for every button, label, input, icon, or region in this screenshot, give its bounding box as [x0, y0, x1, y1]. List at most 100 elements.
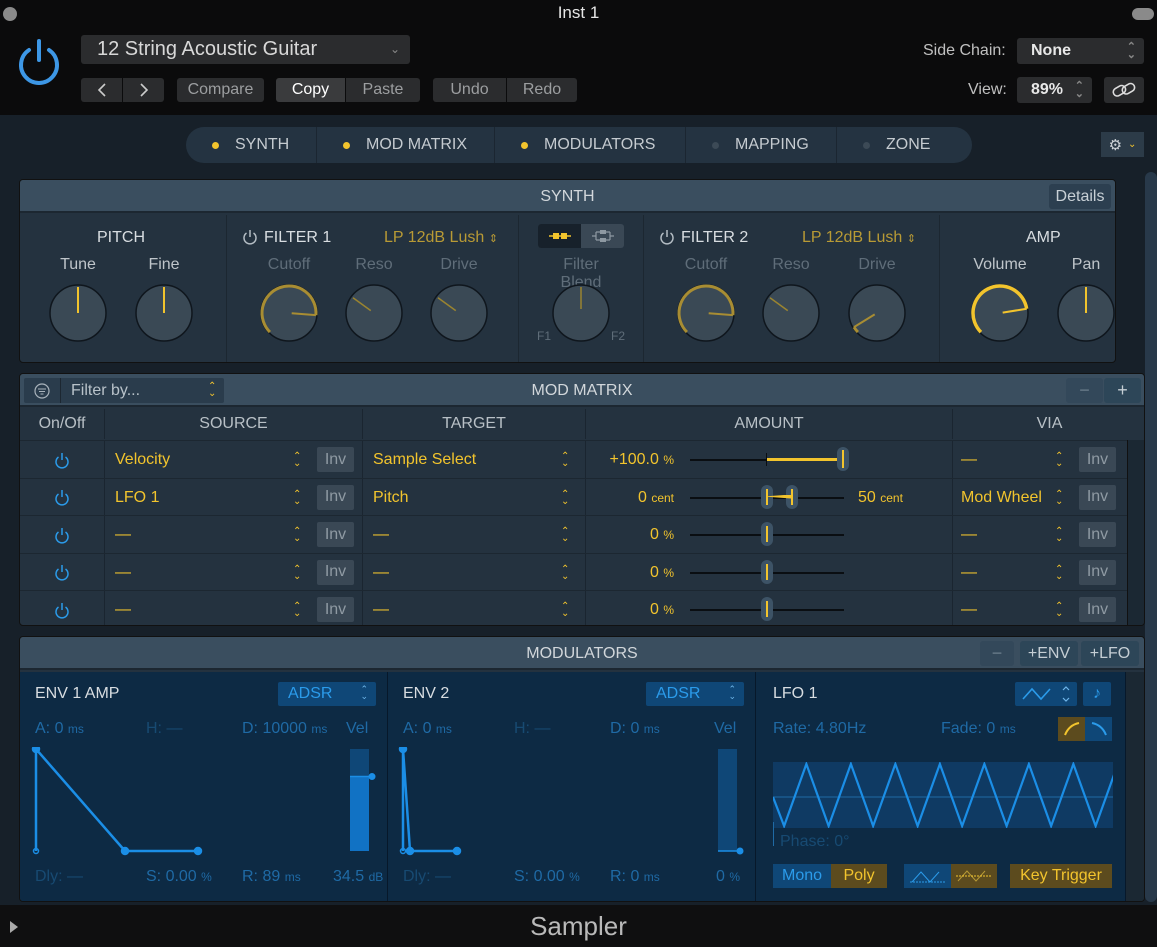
via-select[interactable]: — ⌃ ⌄ Inv: [953, 591, 1127, 625]
lfo1-phase[interactable]: Phase: 0°: [780, 833, 850, 851]
lfo1-waveform-select[interactable]: [1015, 682, 1077, 706]
env1-graph[interactable]: [30, 747, 390, 867]
details-button[interactable]: Details: [1049, 184, 1111, 209]
side-chain-select[interactable]: None ⌃ ⌄: [1017, 38, 1144, 64]
fade-in-button[interactable]: [1058, 717, 1085, 741]
source-select[interactable]: — ⌃ ⌄ Inv: [105, 553, 363, 591]
tab-mod-matrix[interactable]: MOD MATRIX: [317, 127, 495, 163]
tab-modulators[interactable]: MODULATORS: [495, 127, 686, 163]
main-scrollbar[interactable]: [1145, 172, 1157, 902]
window-control-pill[interactable]: [1132, 8, 1154, 20]
row-power-toggle[interactable]: [20, 441, 105, 478]
amount-value[interactable]: +100.0 %: [609, 441, 674, 479]
tab-synth[interactable]: SYNTH: [186, 127, 317, 163]
lfo1-waveform-display[interactable]: [773, 762, 1113, 828]
via-invert-button[interactable]: Inv: [1079, 484, 1116, 510]
lfo1-fade[interactable]: Fade: 0 ms: [941, 720, 1016, 738]
envelope-point[interactable]: [120, 846, 130, 856]
source-invert-button[interactable]: Inv: [317, 559, 354, 585]
fine-knob[interactable]: [134, 283, 194, 343]
env2-delay[interactable]: Dly: —: [403, 868, 451, 886]
tune-knob[interactable]: [48, 283, 108, 343]
view-zoom-select[interactable]: 89% ⌃ ⌄: [1017, 77, 1092, 103]
env1-hold[interactable]: H: —: [146, 720, 182, 738]
unipolar-button[interactable]: [904, 864, 951, 888]
envelope-point[interactable]: [398, 747, 408, 754]
filter1-type-select[interactable]: LP 12dB Lush ⇕: [384, 229, 498, 247]
via-invert-button[interactable]: Inv: [1079, 559, 1116, 585]
via-amount-value[interactable]: 50 cent: [858, 479, 903, 517]
redo-button[interactable]: Redo: [507, 78, 577, 102]
via-select[interactable]: — ⌃ ⌄ Inv: [953, 554, 1127, 591]
filter2-drive-knob[interactable]: [847, 283, 907, 343]
amount-value[interactable]: 0 %: [650, 516, 674, 554]
parallel-routing-button[interactable]: [581, 224, 624, 248]
row-power-toggle[interactable]: [20, 516, 105, 553]
previous-preset-button[interactable]: [81, 78, 122, 102]
amount-value[interactable]: 0 %: [650, 591, 674, 625]
filter1-power-icon[interactable]: [242, 229, 258, 245]
remove-modulator-button[interactable]: −: [980, 641, 1014, 666]
mod-matrix-scrollbar[interactable]: [1127, 440, 1144, 625]
filter2-power-icon[interactable]: [659, 229, 675, 245]
row-power-toggle[interactable]: [20, 478, 105, 516]
via-select[interactable]: Mod Wheel ⌃ ⌄ Inv: [953, 479, 1127, 516]
modulators-scrollbar[interactable]: [1126, 672, 1144, 901]
via-select[interactable]: — ⌃ ⌄ Inv: [953, 516, 1127, 553]
env1-sustain[interactable]: S: 0.00 %: [146, 868, 212, 886]
target-select[interactable]: Pitch ⌃ ⌄: [363, 478, 586, 516]
paste-button[interactable]: Paste: [346, 78, 420, 102]
filter1-reso-knob[interactable]: [344, 283, 404, 343]
tab-zone[interactable]: ZONE: [837, 127, 972, 163]
env2-attack[interactable]: A: 0 ms: [403, 720, 452, 738]
add-lfo-button[interactable]: +LFO: [1081, 641, 1139, 666]
filter1-cutoff-knob[interactable]: [259, 283, 319, 343]
env2-hold[interactable]: H: —: [514, 720, 550, 738]
envelope-point[interactable]: [31, 747, 41, 754]
envelope-point[interactable]: [193, 846, 203, 856]
next-preset-button[interactable]: [123, 78, 164, 102]
amount-value[interactable]: 0 %: [650, 554, 674, 592]
env2-graph[interactable]: [398, 747, 758, 867]
add-row-button[interactable]: +: [1104, 378, 1141, 403]
add-env-button[interactable]: +ENV: [1020, 641, 1078, 666]
target-select[interactable]: Sample Select ⌃ ⌄: [363, 441, 586, 478]
env1-decay[interactable]: D: 10000 ms: [242, 720, 327, 738]
target-select[interactable]: — ⌃ ⌄: [363, 553, 586, 591]
target-select[interactable]: — ⌃ ⌄: [363, 516, 586, 553]
series-routing-button[interactable]: [538, 224, 581, 248]
source-select[interactable]: LFO 1 ⌃ ⌄ Inv: [105, 478, 363, 516]
settings-menu-button[interactable]: ⚙ ⌄: [1101, 132, 1144, 157]
undo-button[interactable]: Undo: [433, 78, 506, 102]
env2-decay[interactable]: D: 0 ms: [610, 720, 660, 738]
env1-attack[interactable]: A: 0 ms: [35, 720, 84, 738]
remove-row-button[interactable]: −: [1066, 378, 1103, 403]
env2-release[interactable]: R: 0 ms: [610, 868, 660, 886]
velocity-bar[interactable]: [718, 749, 737, 851]
filter1-drive-knob[interactable]: [429, 283, 489, 343]
key-trigger-button[interactable]: Key Trigger: [1010, 864, 1112, 888]
envelope-point[interactable]: [452, 846, 462, 856]
via-invert-button[interactable]: Inv: [1079, 447, 1116, 472]
bipolar-button[interactable]: [951, 864, 997, 888]
envelope-point[interactable]: [405, 846, 415, 856]
tempo-sync-button[interactable]: ♪: [1083, 682, 1111, 706]
row-power-toggle[interactable]: [20, 591, 105, 625]
env1-mode-select[interactable]: ADSR ⌃ ⌄: [278, 682, 376, 706]
env2-sustain[interactable]: S: 0.00 %: [514, 868, 580, 886]
tab-mapping[interactable]: MAPPING: [686, 127, 837, 163]
compare-button[interactable]: Compare: [177, 78, 264, 102]
filter-routing-toggle[interactable]: [538, 224, 624, 248]
source-invert-button[interactable]: Inv: [317, 447, 354, 472]
via-select[interactable]: — ⌃ ⌄ Inv: [953, 441, 1127, 478]
filter2-type-select[interactable]: LP 12dB Lush ⇕: [802, 229, 916, 247]
env1-delay[interactable]: Dly: —: [35, 868, 83, 886]
source-select[interactable]: — ⌃ ⌄ Inv: [105, 516, 363, 553]
target-select[interactable]: — ⌃ ⌄: [363, 591, 586, 625]
env1-release[interactable]: R: 89 ms: [242, 868, 301, 886]
source-select[interactable]: Velocity ⌃ ⌄ Inv: [105, 441, 363, 478]
source-invert-button[interactable]: Inv: [317, 484, 354, 510]
filter2-cutoff-knob[interactable]: [676, 283, 736, 343]
row-power-toggle[interactable]: [20, 553, 105, 591]
filter-by-select[interactable]: Filter by... ⌃ ⌄: [24, 378, 224, 403]
